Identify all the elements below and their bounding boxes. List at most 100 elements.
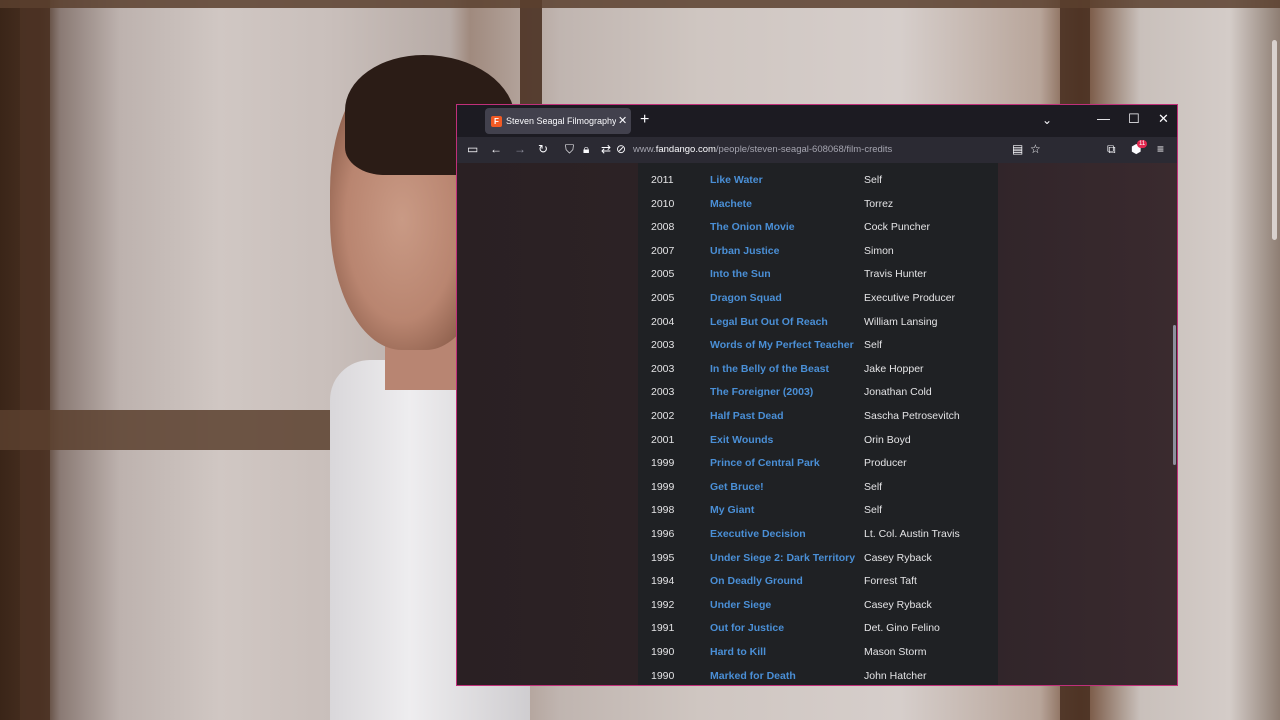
table-row: 2005 Dragon Squad Executive Producer bbox=[638, 288, 998, 308]
table-row: 2004 Legal But Out Of Reach William Lansin… bbox=[638, 312, 998, 332]
extensions-icon[interactable]: ⧉ bbox=[1107, 142, 1116, 156]
credit-title-link[interactable]: The Foreigner (2003) bbox=[710, 382, 813, 402]
page-content: 2011 Like Water Self 2010 Machete Torrez 2008 T… bbox=[457, 163, 1177, 685]
credit-role: Jake Hopper bbox=[864, 362, 924, 375]
new-tab-plus-icon[interactable]: + bbox=[640, 112, 649, 128]
credit-year: 1991 bbox=[651, 622, 675, 635]
table-row: 2011 Like Water Self bbox=[638, 170, 998, 190]
credit-title-link[interactable]: Legal But Out Of Reach bbox=[710, 312, 828, 332]
close-icon[interactable]: ✕ bbox=[618, 115, 627, 127]
credit-year: 1994 bbox=[651, 575, 675, 588]
lock-icon[interactable]: 🔒︎ bbox=[583, 142, 589, 156]
credit-year: 1998 bbox=[651, 504, 675, 517]
permissions-icon[interactable]: ⇄ bbox=[601, 142, 611, 156]
window-frame-top bbox=[0, 0, 1280, 8]
tab-active[interactable]: F Steven Seagal Filmography and ✕ bbox=[485, 108, 631, 134]
tracking-icon[interactable]: ⊘ bbox=[616, 142, 626, 156]
table-row: 1999 Prince of Central Park Producer bbox=[638, 453, 998, 473]
credit-year: 2005 bbox=[651, 268, 675, 281]
credit-role: Jonathan Cold bbox=[864, 386, 932, 399]
back-arrow-icon[interactable]: ← bbox=[490, 142, 502, 156]
bookmark-star-icon[interactable]: ☆ bbox=[1030, 142, 1041, 156]
credit-title-link[interactable]: Machete bbox=[710, 194, 752, 214]
credit-role: Self bbox=[864, 174, 883, 186]
credit-title-link[interactable]: In the Belly of the Beast bbox=[710, 359, 829, 379]
credit-role: Orin Boyd bbox=[864, 433, 911, 446]
credit-role: John Hatcher bbox=[864, 669, 927, 682]
credit-title-link[interactable]: Like Water bbox=[710, 170, 763, 190]
film-credits-list: 2011 Like Water Self 2010 Machete Torrez 2008 T… bbox=[638, 163, 998, 685]
window-close-icon[interactable]: ✕ bbox=[1158, 111, 1169, 127]
credit-role: Forrest Taft bbox=[864, 575, 917, 588]
chevron-down-icon[interactable]: ⌄ bbox=[1042, 113, 1052, 127]
table-row: 2010 Machete Torrez bbox=[638, 194, 998, 214]
credit-year: 2001 bbox=[651, 433, 675, 446]
reader-view-icon[interactable]: ▤ bbox=[1012, 142, 1023, 156]
credit-year: 2011 bbox=[651, 174, 674, 186]
hamburger-menu-icon[interactable]: ≡ bbox=[1157, 142, 1164, 156]
forward-arrow-icon[interactable]: → bbox=[514, 142, 526, 156]
credit-year: 2003 bbox=[651, 362, 675, 375]
maximize-icon[interactable]: ☐ bbox=[1128, 111, 1140, 127]
credit-role: Sascha Petrosevitch bbox=[864, 410, 960, 422]
credit-title-link[interactable]: The Onion Movie bbox=[710, 217, 795, 237]
credit-role: Lt. Col. Austin Travis bbox=[864, 528, 960, 540]
table-row: 1999 Get Bruce! Self bbox=[638, 477, 998, 497]
window-frame-mid bbox=[520, 0, 542, 120]
credit-role: Self bbox=[864, 339, 883, 352]
table-row: 2005 Into the Sun Travis Hunter bbox=[638, 264, 998, 284]
url-path: /people/steven-seagal-608068/film-credit… bbox=[715, 144, 893, 155]
credit-role: Producer bbox=[864, 457, 907, 470]
credit-year: 1992 bbox=[651, 598, 675, 611]
table-row: 1994 On Deadly Ground Forrest Taft bbox=[638, 571, 998, 591]
sidebar-icon[interactable]: ▭ bbox=[467, 142, 478, 156]
url-bar[interactable]: www.fandango.com/people/steven-seagal-60… bbox=[633, 144, 892, 155]
credit-role: Mason Storm bbox=[864, 646, 927, 658]
table-row: 2002 Half Past Dead Sascha Petrosevitch bbox=[638, 406, 998, 426]
credit-year: 1996 bbox=[651, 528, 675, 540]
fandango-favicon-icon: F bbox=[491, 115, 502, 127]
credit-role: Cock Puncher bbox=[864, 221, 930, 234]
table-row: 1992 Under Siege Casey Ryback bbox=[638, 595, 998, 615]
credit-year: 2010 bbox=[651, 197, 675, 210]
credit-title-link[interactable]: Into the Sun bbox=[710, 264, 771, 284]
credit-year: 1995 bbox=[651, 551, 675, 564]
credit-role: Casey Ryback bbox=[864, 598, 932, 611]
credit-title-link[interactable]: Exit Wounds bbox=[710, 430, 773, 450]
credit-year: 2005 bbox=[651, 292, 675, 304]
table-row: 2003 In the Belly of the Beast Jake Hopper bbox=[638, 359, 998, 379]
browser-window: F Steven Seagal Filmography and ✕ + ⌄ — … bbox=[456, 104, 1178, 686]
page-scrollbar[interactable] bbox=[1173, 325, 1176, 465]
credit-title-link[interactable]: Prince of Central Park bbox=[710, 453, 820, 473]
minimize-icon[interactable]: — bbox=[1097, 111, 1110, 127]
credit-year: 1990 bbox=[651, 646, 675, 658]
window-frame-left bbox=[20, 0, 50, 720]
table-row: 2003 Words of My Perfect Teacher Self bbox=[638, 335, 998, 355]
credit-year: 2003 bbox=[651, 339, 675, 352]
credit-title-link[interactable]: Get Bruce! bbox=[710, 477, 764, 497]
credit-title-link[interactable]: Marked for Death bbox=[710, 666, 796, 685]
url-prefix: www. bbox=[633, 144, 656, 155]
credit-year: 1999 bbox=[651, 457, 675, 470]
table-row: 2001 Exit Wounds Orin Boyd bbox=[638, 430, 998, 450]
credit-title-link[interactable]: Urban Justice bbox=[710, 241, 779, 261]
credit-title-link[interactable]: Under Siege 2: Dark Territory bbox=[710, 548, 855, 568]
credit-title-link[interactable]: Words of My Perfect Teacher bbox=[710, 335, 854, 355]
credit-title-link[interactable]: Executive Decision bbox=[710, 524, 806, 544]
credit-title-link[interactable]: Under Siege bbox=[710, 595, 771, 615]
shield-icon[interactable]: ⛉ bbox=[565, 142, 574, 156]
credit-title-link[interactable]: On Deadly Ground bbox=[710, 571, 803, 591]
table-row: 2007 Urban Justice Simon bbox=[638, 241, 998, 261]
credit-role: Torrez bbox=[864, 197, 894, 210]
credit-title-link[interactable]: Hard to Kill bbox=[710, 642, 766, 662]
table-row: 1990 Marked for Death John Hatcher bbox=[638, 666, 998, 685]
credit-year: 2008 bbox=[651, 221, 675, 234]
credit-role: Simon bbox=[864, 244, 894, 257]
credit-role: Executive Producer bbox=[864, 292, 956, 304]
credit-title-link[interactable]: Half Past Dead bbox=[710, 406, 784, 426]
credit-title-link[interactable]: My Giant bbox=[710, 500, 754, 520]
reload-icon[interactable]: ↻ bbox=[538, 142, 548, 156]
credit-title-link[interactable]: Out for Justice bbox=[710, 618, 784, 638]
credit-title-link[interactable]: Dragon Squad bbox=[710, 288, 782, 308]
credit-role: Det. Gino Felino bbox=[864, 622, 940, 635]
